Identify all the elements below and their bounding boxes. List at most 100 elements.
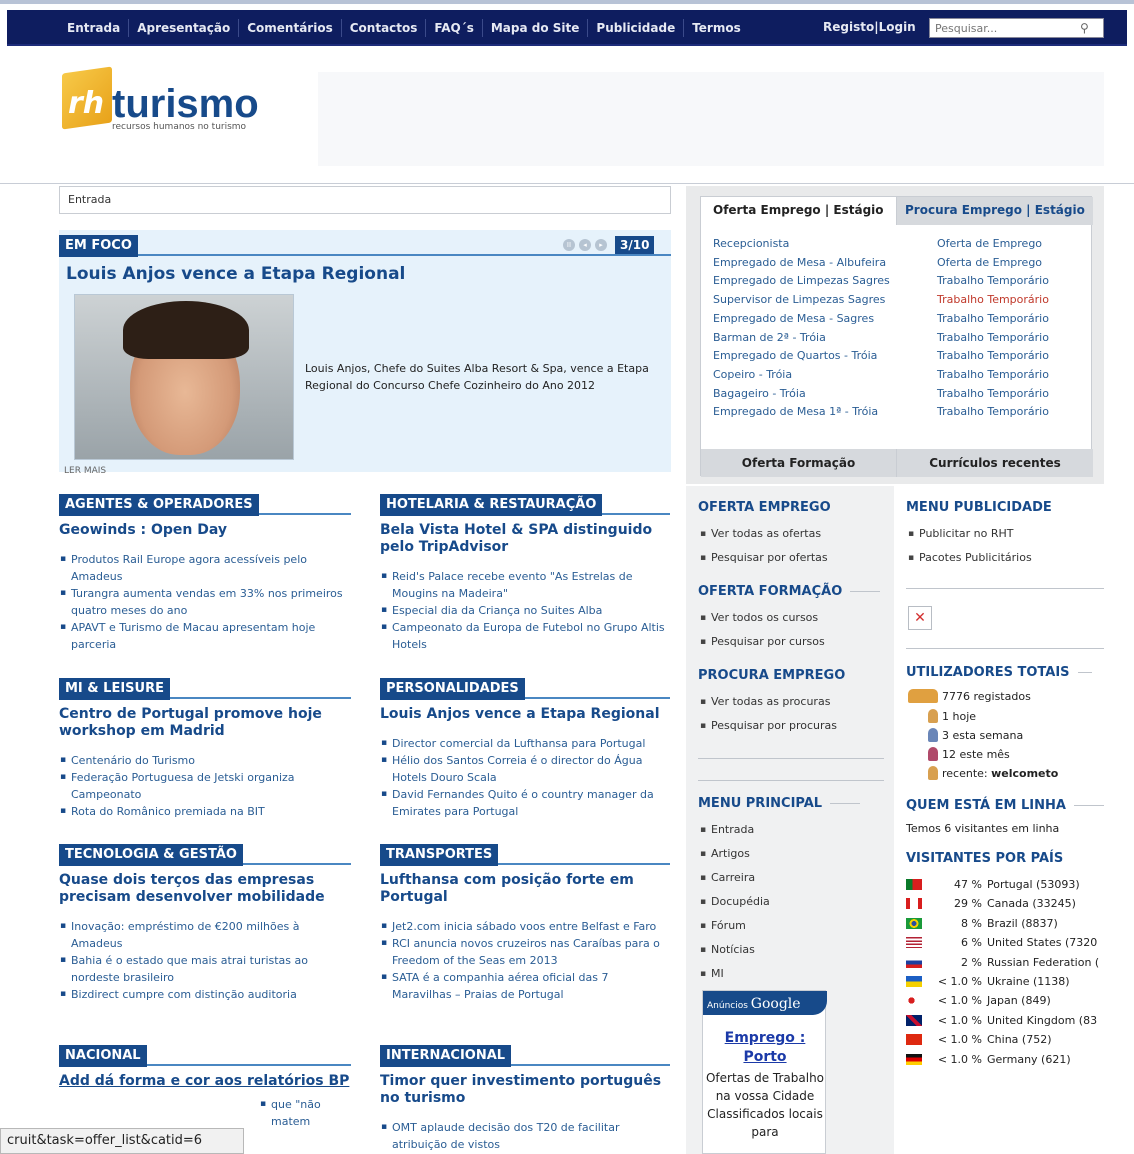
story-link[interactable]: Inovação: empréstimo de €200 milhões à A… bbox=[59, 918, 351, 952]
story-link[interactable]: RCI anuncia novos cruzeiros nas Caraíbas… bbox=[380, 935, 670, 969]
story-link[interactable]: Especial dia da Criança no Suites Alba bbox=[380, 602, 670, 619]
story-title[interactable]: Geowinds : Open Day bbox=[59, 522, 351, 539]
menu-item[interactable]: Notícias bbox=[700, 938, 770, 962]
logo-text[interactable]: turismo bbox=[112, 82, 259, 127]
job-title-link[interactable]: Recepcionista bbox=[713, 235, 890, 254]
story-link[interactable]: que "não matem bbox=[259, 1096, 351, 1130]
job-type-link[interactable]: Trabalho Temporário bbox=[937, 403, 1049, 422]
tab-curriculos[interactable]: Currículos recentes bbox=[897, 449, 1093, 477]
recent-user[interactable]: welcometo bbox=[991, 767, 1058, 780]
story-link[interactable]: Hélio dos Santos Correia é o director do… bbox=[380, 752, 670, 786]
login-link[interactable]: Registo|Login bbox=[823, 20, 916, 34]
menu-item[interactable]: Ver todas as procuras bbox=[700, 690, 837, 714]
story-link[interactable]: Campeonato da Europa de Futebol no Grupo… bbox=[380, 619, 670, 653]
story-title[interactable]: Bela Vista Hotel & SPA distinguido pelo … bbox=[380, 522, 670, 556]
ad-link[interactable]: Emprego : Porto bbox=[703, 1029, 827, 1067]
story-link[interactable]: Rota do Românico premiada na BIT bbox=[59, 803, 351, 820]
menu-item[interactable]: Pesquisar por ofertas bbox=[700, 546, 828, 570]
menu-item[interactable]: Pesquisar por cursos bbox=[700, 630, 825, 654]
story-title[interactable]: Add dá forma e cor aos relatórios BP bbox=[59, 1073, 351, 1090]
stat-text: recente: bbox=[942, 766, 988, 780]
job-title-link[interactable]: Empregado de Mesa 1ª - Tróia bbox=[713, 403, 890, 422]
story-link[interactable]: Bizdirect cumpre com distinção auditoria bbox=[59, 986, 351, 1003]
nav-link-5[interactable]: Mapa do Site bbox=[483, 19, 589, 37]
job-title-link[interactable]: Empregado de Mesa - Sagres bbox=[713, 310, 890, 329]
menu-item[interactable]: Ver todos os cursos bbox=[700, 606, 825, 630]
story-link[interactable]: Bahia é o estado que mais atrai turistas… bbox=[59, 952, 351, 986]
job-type-link[interactable]: Trabalho Temporário bbox=[937, 272, 1049, 291]
pause-icon[interactable]: II bbox=[563, 239, 575, 251]
section-label: TECNOLOGIA & GESTÃO bbox=[59, 844, 243, 866]
job-type-link[interactable]: Trabalho Temporário bbox=[937, 347, 1049, 366]
menu-item[interactable]: Fórum bbox=[700, 914, 770, 938]
job-type-link[interactable]: Trabalho Temporário bbox=[937, 310, 1049, 329]
job-title-link[interactable]: Supervisor de Limpezas Sagres bbox=[713, 291, 890, 310]
story-link[interactable]: Turangra aumenta vendas em 33% nos prime… bbox=[59, 585, 351, 619]
story-link[interactable]: Director comercial da Lufthansa para Por… bbox=[380, 735, 670, 752]
job-type-link[interactable]: Trabalho Temporário bbox=[937, 366, 1049, 385]
story-link[interactable]: Reid's Palace recebe evento "As Estrelas… bbox=[380, 568, 670, 602]
menu-item[interactable]: Carreira bbox=[700, 866, 770, 890]
story-title[interactable]: Centro de Portugal promove hoje workshop… bbox=[59, 706, 351, 740]
story-link[interactable]: Centenário do Turismo bbox=[59, 752, 351, 769]
featured-title[interactable]: Louis Anjos vence a Etapa Regional bbox=[66, 264, 405, 284]
tab-oferta-emprego[interactable]: Oferta Emprego | Estágio bbox=[701, 197, 897, 225]
job-title-link[interactable]: Empregado de Mesa - Albufeira bbox=[713, 254, 890, 273]
nav-link-1[interactable]: Apresentação bbox=[129, 19, 240, 37]
top-navigation: Entrada Apresentação Comentários Contactos F… bbox=[7, 10, 1127, 46]
job-title-link[interactable]: Copeiro - Tróia bbox=[713, 366, 890, 385]
read-more-link[interactable]: LER MAIS bbox=[64, 466, 106, 476]
job-title-link[interactable]: Empregado de Quartos - Tróia bbox=[713, 347, 890, 366]
news-section: HOTELARIA & RESTAURAÇÃO Bela Vista Hotel … bbox=[380, 493, 670, 653]
job-type-link[interactable]: Oferta de Emprego bbox=[937, 235, 1049, 254]
section-label: INTERNACIONAL bbox=[380, 1045, 512, 1067]
menu-item[interactable]: Artigos bbox=[700, 842, 770, 866]
tab-oferta-formacao[interactable]: Oferta Formação bbox=[701, 449, 897, 477]
menu-item[interactable]: Docupédia bbox=[700, 890, 770, 914]
ru-flag-icon bbox=[906, 956, 922, 968]
tab-procura-emprego[interactable]: Procura Emprego | Estágio bbox=[897, 197, 1093, 225]
breadcrumb-item[interactable]: Entrada bbox=[68, 193, 111, 206]
story-title[interactable]: Timor quer investimento português no tur… bbox=[380, 1073, 670, 1107]
next-icon[interactable]: ▸ bbox=[595, 239, 607, 251]
search-icon[interactable]: ⚲ bbox=[1080, 21, 1089, 35]
job-type-link[interactable]: Oferta de Emprego bbox=[937, 254, 1049, 273]
story-title[interactable]: Quase dois terços das empresas precisam … bbox=[59, 872, 351, 906]
featured-photo[interactable] bbox=[74, 294, 294, 460]
story-link[interactable]: Jet2.com inicia sábado voos entre Belfas… bbox=[380, 918, 670, 935]
nav-link-6[interactable]: Publicidade bbox=[588, 19, 685, 37]
menu-item[interactable]: Pacotes Publicitários bbox=[908, 546, 1032, 570]
story-title[interactable]: Louis Anjos vence a Etapa Regional bbox=[380, 706, 670, 723]
menu-title-text: PROCURA EMPREGO bbox=[698, 668, 846, 683]
job-type-link[interactable]: Trabalho Temporário bbox=[937, 291, 1049, 310]
featured-controls: II ◂ ▸ 3/10 bbox=[563, 236, 655, 254]
menu-item[interactable]: Pesquisar por procuras bbox=[700, 714, 837, 738]
job-type-link[interactable]: Trabalho Temporário bbox=[937, 329, 1049, 348]
job-type-link[interactable]: Trabalho Temporário bbox=[937, 385, 1049, 404]
search-input[interactable] bbox=[929, 18, 1104, 38]
job-title-link[interactable]: Bagageiro - Tróia bbox=[713, 385, 890, 404]
story-title[interactable]: Lufthansa com posição forte em Portugal bbox=[380, 872, 670, 906]
story-link[interactable]: David Fernandes Quito é o country manage… bbox=[380, 786, 670, 820]
nav-link-7[interactable]: Termos bbox=[684, 19, 749, 37]
story-link[interactable]: OMT aplaude decisão dos T20 de facilitar… bbox=[380, 1119, 670, 1153]
prev-icon[interactable]: ◂ bbox=[579, 239, 591, 251]
nav-link-4[interactable]: FAQ´s bbox=[426, 19, 483, 37]
story-link[interactable]: SATA é a companhia aérea oficial das 7 M… bbox=[380, 969, 670, 1003]
title-rule bbox=[1077, 672, 1092, 673]
broken-image-icon[interactable]: ✕ bbox=[908, 606, 932, 630]
story-link[interactable]: Produtos Rail Europe agora acessíveis pe… bbox=[59, 551, 351, 585]
nav-link-2[interactable]: Comentários bbox=[239, 19, 342, 37]
story-link[interactable]: APAVT e Turismo de Macau apresentam hoje… bbox=[59, 619, 351, 653]
menu-item[interactable]: MI bbox=[700, 962, 770, 986]
job-title-link[interactable]: Empregado de Limpezas Sagres bbox=[713, 272, 890, 291]
nav-link-0[interactable]: Entrada bbox=[59, 19, 130, 37]
menu-item[interactable]: Ver todas as ofertas bbox=[700, 522, 828, 546]
story-list: que "não matem bbox=[259, 1096, 351, 1130]
nav-link-3[interactable]: Contactos bbox=[342, 19, 427, 37]
job-title-link[interactable]: Barman de 2ª - Tróia bbox=[713, 329, 890, 348]
menu-item[interactable]: Publicitar no RHT bbox=[908, 522, 1032, 546]
story-link[interactable]: Federação Portuguesa de Jetski organiza … bbox=[59, 769, 351, 803]
users-today: 1 hoje bbox=[928, 709, 976, 723]
menu-item[interactable]: Entrada bbox=[700, 818, 770, 842]
